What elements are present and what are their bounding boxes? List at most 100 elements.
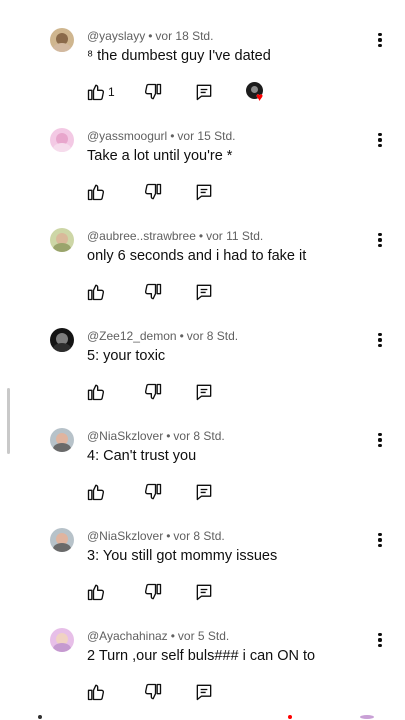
comment-time: vor 8 Std. bbox=[173, 429, 225, 443]
thumbs-up-icon[interactable] bbox=[86, 582, 106, 602]
more-vert-icon[interactable] bbox=[372, 231, 388, 249]
separator-dot: • bbox=[148, 29, 153, 43]
comment-text: only 6 seconds and i had to fake it bbox=[87, 248, 307, 264]
comment-meta: @NiaSkzlover • vor 8 Std. bbox=[87, 429, 225, 443]
nav-home-icon[interactable] bbox=[38, 715, 42, 719]
comment-text: ⁸ the dumbest guy I've dated bbox=[87, 48, 271, 64]
reply-icon[interactable] bbox=[194, 682, 214, 702]
comment-item: @NiaSkzlover • vor 8 Std. 3: You still got… bbox=[0, 528, 405, 628]
separator-dot: • bbox=[198, 229, 204, 243]
creator-heart-badge: ♥ bbox=[246, 82, 268, 104]
thumbs-down-icon[interactable] bbox=[143, 82, 163, 102]
thumbs-up-icon[interactable] bbox=[86, 82, 106, 102]
nav-notification-icon[interactable] bbox=[288, 715, 292, 719]
thumbs-down-icon[interactable] bbox=[143, 582, 163, 602]
creator-heart-icon: ♥ bbox=[256, 90, 264, 104]
reply-icon[interactable] bbox=[194, 382, 214, 402]
comment-meta: @yassmoogurl • vor 15 Std. bbox=[87, 129, 235, 143]
comment-time: vor 8 Std. bbox=[186, 329, 239, 343]
comment-time: vor 5 Std. bbox=[177, 629, 230, 643]
thumbs-down-icon[interactable] bbox=[143, 382, 163, 402]
thumbs-up-icon[interactable] bbox=[86, 382, 106, 402]
avatar[interactable] bbox=[50, 128, 74, 152]
separator-dot: • bbox=[166, 529, 171, 543]
comment-time: vor 11 Std. bbox=[206, 229, 264, 243]
separator-dot: • bbox=[170, 129, 175, 143]
comment-author[interactable]: @NiaSkzlover bbox=[87, 429, 163, 443]
avatar[interactable] bbox=[50, 428, 74, 452]
comment-author[interactable]: @Zee12_demon bbox=[87, 329, 177, 343]
avatar[interactable] bbox=[50, 328, 74, 352]
avatar-body bbox=[53, 443, 71, 452]
comment-text: Take a lot until you're * bbox=[87, 148, 233, 164]
comment-time: vor 15 Std. bbox=[177, 129, 236, 143]
comment-author[interactable]: @Ayachahinaz bbox=[87, 629, 168, 643]
separator-dot: • bbox=[166, 429, 171, 443]
comment-text: 4: Can't trust you bbox=[87, 448, 197, 464]
thumbs-down-icon[interactable] bbox=[143, 482, 163, 502]
avatar-body bbox=[53, 143, 71, 152]
reply-icon[interactable] bbox=[194, 282, 214, 302]
like-count: 1 bbox=[108, 85, 115, 99]
reply-icon[interactable] bbox=[194, 482, 214, 502]
comment-item: @NiaSkzlover • vor 8 Std. 4: Can't trust y… bbox=[0, 428, 405, 528]
comment-time: vor 8 Std. bbox=[173, 529, 225, 543]
thumbs-down-icon[interactable] bbox=[143, 182, 163, 202]
comment-meta: @NiaSkzlover • vor 8 Std. bbox=[87, 529, 225, 543]
thumbs-up-icon[interactable] bbox=[86, 182, 106, 202]
comment-text: 2 Turn ,our self buls### i can ON to bbox=[87, 648, 316, 664]
comment-text: 5: your toxic bbox=[87, 348, 166, 364]
comment-item: @Zee12_demon • vor 8 Std. 5: your toxic bbox=[0, 328, 405, 428]
more-vert-icon[interactable] bbox=[372, 31, 388, 49]
comment-meta: @aubree..strawbree • vor 11 Std. bbox=[87, 229, 263, 243]
comment-item: @yassmoogurl • vor 15 Std. Take a lot unti… bbox=[0, 128, 405, 228]
nav-avatar[interactable] bbox=[360, 715, 374, 719]
comment-item: 9: you jaded!!!! 1 ♥ bbox=[0, 0, 405, 28]
bottom-navigation-bar bbox=[0, 712, 405, 720]
separator-dot: • bbox=[179, 329, 184, 343]
more-vert-icon[interactable] bbox=[372, 631, 388, 649]
reply-icon[interactable] bbox=[194, 182, 214, 202]
comment-actions bbox=[0, 382, 405, 406]
reply-icon[interactable] bbox=[194, 82, 214, 102]
avatar-body bbox=[53, 343, 71, 352]
avatar-body bbox=[53, 643, 71, 652]
separator-dot: • bbox=[170, 629, 175, 643]
comment-item: @yayslayy • vor 18 Std. ⁸ the dumbest guy … bbox=[0, 28, 405, 128]
comment-actions bbox=[0, 582, 405, 606]
comment-time: vor 18 Std. bbox=[155, 29, 214, 43]
more-vert-icon[interactable] bbox=[372, 531, 388, 549]
comment-actions bbox=[0, 682, 405, 706]
comment-actions bbox=[0, 282, 405, 306]
comment-actions bbox=[0, 182, 405, 206]
avatar[interactable] bbox=[50, 228, 74, 252]
comment-text: 3: You still got mommy issues bbox=[87, 548, 278, 564]
avatar[interactable] bbox=[50, 28, 74, 52]
comment-meta: @yayslayy • vor 18 Std. bbox=[87, 29, 213, 43]
more-vert-icon[interactable] bbox=[372, 131, 388, 149]
comment-meta: @Zee12_demon • vor 8 Std. bbox=[87, 329, 238, 343]
comment-actions: 1 ♥ bbox=[0, 82, 405, 106]
avatar-body bbox=[53, 543, 71, 552]
thumbs-down-icon[interactable] bbox=[143, 282, 163, 302]
comment-actions bbox=[0, 482, 405, 506]
more-vert-icon[interactable] bbox=[372, 331, 388, 349]
thumbs-up-icon[interactable] bbox=[86, 282, 106, 302]
thumbs-up-icon[interactable] bbox=[86, 682, 106, 702]
avatar[interactable] bbox=[50, 628, 74, 652]
comment-meta: @Ayachahinaz • vor 5 Std. bbox=[87, 629, 229, 643]
avatar-body bbox=[53, 243, 71, 252]
comment-author[interactable]: @yassmoogurl bbox=[87, 129, 167, 143]
comment-author[interactable]: @aubree..strawbree bbox=[87, 229, 196, 243]
comment-item: @Ayachahinaz • vor 5 Std. 2 Turn ,our self… bbox=[0, 628, 405, 720]
comment-list: 9: you jaded!!!! 1 ♥ @yayslayy•vor 18 St… bbox=[0, 0, 405, 720]
avatar-body bbox=[53, 43, 71, 52]
comment-author[interactable]: @NiaSkzlover bbox=[87, 529, 163, 543]
avatar[interactable] bbox=[50, 528, 74, 552]
comment-author[interactable]: @yayslayy bbox=[87, 29, 145, 43]
reply-icon[interactable] bbox=[194, 582, 214, 602]
more-vert-icon[interactable] bbox=[372, 431, 388, 449]
comment-item: @aubree..strawbree • vor 11 Std. only 6 se… bbox=[0, 228, 405, 328]
thumbs-up-icon[interactable] bbox=[86, 482, 106, 502]
thumbs-down-icon[interactable] bbox=[143, 682, 163, 702]
